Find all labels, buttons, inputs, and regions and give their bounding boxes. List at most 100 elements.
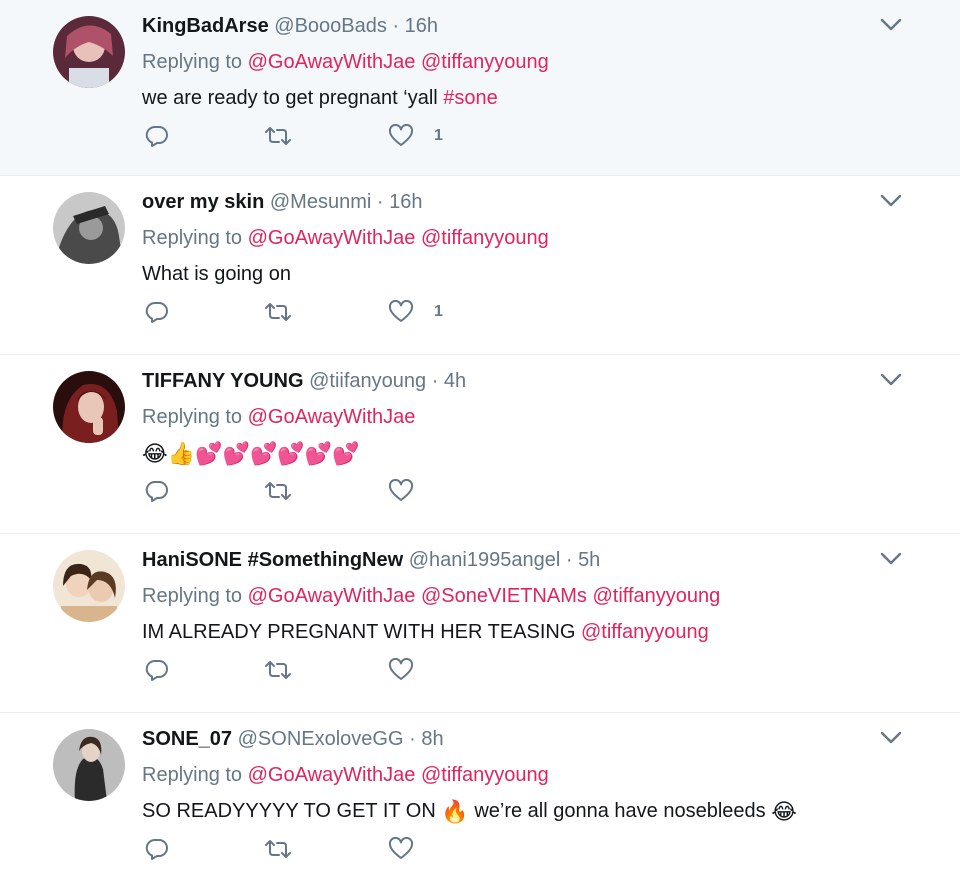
reply-feed: KingBadArse @BoooBads · 16h Replying to … xyxy=(0,0,960,886)
two-hearts-emoji: 💕 xyxy=(332,441,360,466)
separator-dot: · xyxy=(376,191,384,213)
retweet-icon xyxy=(265,127,291,145)
user-handle[interactable]: @tiifanyoung xyxy=(309,370,426,392)
tweet-text: 😂👍💕💕💕💕💕💕 xyxy=(142,439,920,468)
retweet-button[interactable] xyxy=(263,122,293,150)
two-hearts-emoji: 💕 xyxy=(304,441,333,466)
replying-to-label: Replying to xyxy=(142,406,243,428)
chevron-down-icon[interactable] xyxy=(880,731,902,745)
like-count: 1 xyxy=(434,127,443,144)
timestamp[interactable]: 4h xyxy=(444,370,466,392)
chevron-down-icon[interactable] xyxy=(880,552,902,566)
like-button[interactable] xyxy=(388,656,414,684)
display-name[interactable]: over my skin xyxy=(142,191,264,213)
tweet-text: IM ALREADY PREGNANT WITH HER TEASING @ti… xyxy=(142,618,920,646)
separator-dot: · xyxy=(565,549,573,571)
tweet[interactable]: TIFFANY YOUNG @tiifanyoung · 4h Replying… xyxy=(0,355,960,534)
reply-button[interactable] xyxy=(145,122,169,150)
avatar[interactable] xyxy=(53,550,125,622)
timestamp[interactable]: 16h xyxy=(389,191,422,213)
avatar[interactable] xyxy=(53,729,125,801)
two-hearts-emoji: 💕 xyxy=(277,441,305,466)
replying-to-label: Replying to xyxy=(142,51,243,73)
like-button[interactable]: 1 xyxy=(388,122,443,150)
user-handle[interactable]: @hani1995angel xyxy=(409,549,561,571)
user-handle[interactable]: @BoooBads xyxy=(274,15,387,37)
timestamp[interactable]: 8h xyxy=(421,728,443,750)
laughing-emoji: 😂 xyxy=(771,799,797,824)
retweet-icon xyxy=(265,840,291,858)
reply-icon xyxy=(145,480,168,502)
display-name[interactable]: TIFFANY YOUNG xyxy=(142,370,304,392)
like-icon xyxy=(388,124,414,146)
separator-dot: · xyxy=(392,15,400,37)
tweet-text-part-a: SO READYYYYY TO GET IT ON xyxy=(142,800,442,822)
two-hearts-emoji: 💕 xyxy=(195,441,223,466)
mention-link[interactable]: @SoneVIETNAMs xyxy=(421,585,587,607)
mention-link[interactable]: @tiffanyyoung xyxy=(421,227,549,249)
mention-link[interactable]: @tiffanyyoung xyxy=(421,51,549,73)
replying-to-label: Replying to xyxy=(142,227,243,249)
timestamp[interactable]: 5h xyxy=(578,549,600,571)
user-handle[interactable]: @SONExoloveGG xyxy=(238,728,404,750)
like-button[interactable] xyxy=(388,477,414,505)
mention-link[interactable]: @GoAwayWithJae xyxy=(248,51,416,73)
tweet-text: What is going on xyxy=(142,263,291,285)
like-icon xyxy=(388,479,414,501)
retweet-button[interactable] xyxy=(263,835,293,863)
retweet-icon xyxy=(265,482,291,500)
tweet-text: SO READYYYYY TO GET IT ON 🔥 we’re all go… xyxy=(142,797,920,826)
tweet[interactable]: over my skin @Mesunmi · 16h Replying to … xyxy=(0,176,960,355)
two-hearts-emoji: 💕 xyxy=(249,441,278,466)
avatar[interactable] xyxy=(53,192,125,264)
reply-button[interactable] xyxy=(145,835,169,863)
chevron-down-icon[interactable] xyxy=(880,373,902,387)
like-button[interactable] xyxy=(388,835,414,863)
reply-icon xyxy=(145,659,168,681)
reply-button[interactable] xyxy=(145,298,169,326)
display-name[interactable]: HaniSONE #SomethingNew xyxy=(142,549,403,571)
mention-link[interactable]: @GoAwayWithJae xyxy=(248,764,416,786)
fire-emoji: 🔥 xyxy=(441,799,469,824)
laughing-emoji: 😂 xyxy=(142,441,168,466)
tweet-text: we are ready to get pregnant ‘yall #sone xyxy=(142,84,920,112)
like-count: 1 xyxy=(434,303,443,320)
hashtag-link[interactable]: #sone xyxy=(443,87,498,109)
timestamp[interactable]: 16h xyxy=(405,15,438,37)
mention-link[interactable]: @GoAwayWithJae xyxy=(248,585,416,607)
thumbs-up-emoji: 👍 xyxy=(167,441,196,466)
retweet-button[interactable] xyxy=(263,656,293,684)
mention-link[interactable]: @tiffanyyoung xyxy=(592,585,720,607)
tweet-text-body: IM ALREADY PREGNANT WITH HER TEASING xyxy=(142,621,581,643)
display-name[interactable]: KingBadArse xyxy=(142,15,269,37)
separator-dot: · xyxy=(431,370,439,392)
like-icon xyxy=(388,300,414,322)
mention-link[interactable]: @tiffanyyoung xyxy=(581,621,709,643)
chevron-down-icon[interactable] xyxy=(880,18,902,32)
tweet-text-part-b: we’re all gonna have nosebleeds xyxy=(468,800,772,822)
reply-button[interactable] xyxy=(145,656,169,684)
mention-link[interactable]: @GoAwayWithJae xyxy=(248,406,416,428)
reply-button[interactable] xyxy=(145,477,169,505)
tweet[interactable]: SONE_07 @SONExoloveGG · 8h Replying to @… xyxy=(0,713,960,886)
mention-link[interactable]: @GoAwayWithJae xyxy=(248,227,416,249)
retweet-button[interactable] xyxy=(263,298,293,326)
replying-to-label: Replying to xyxy=(142,585,243,607)
replying-to-label: Replying to xyxy=(142,764,243,786)
tweet[interactable]: KingBadArse @BoooBads · 16h Replying to … xyxy=(0,0,960,176)
separator-dot: · xyxy=(409,728,416,750)
retweet-icon xyxy=(265,303,291,321)
reply-icon xyxy=(145,838,168,860)
tweet-text-body: we are ready to get pregnant ‘yall xyxy=(142,87,444,109)
user-handle[interactable]: @Mesunmi xyxy=(270,191,371,213)
like-icon xyxy=(388,837,414,859)
retweet-button[interactable] xyxy=(263,477,293,505)
two-hearts-emoji: 💕 xyxy=(222,441,250,466)
avatar[interactable] xyxy=(53,16,125,88)
chevron-down-icon[interactable] xyxy=(880,194,902,208)
avatar[interactable] xyxy=(53,371,125,443)
like-button[interactable]: 1 xyxy=(388,298,443,326)
mention-link[interactable]: @tiffanyyoung xyxy=(421,764,549,786)
tweet[interactable]: HaniSONE #SomethingNew @hani1995angel · … xyxy=(0,534,960,713)
display-name[interactable]: SONE_07 xyxy=(142,728,232,750)
